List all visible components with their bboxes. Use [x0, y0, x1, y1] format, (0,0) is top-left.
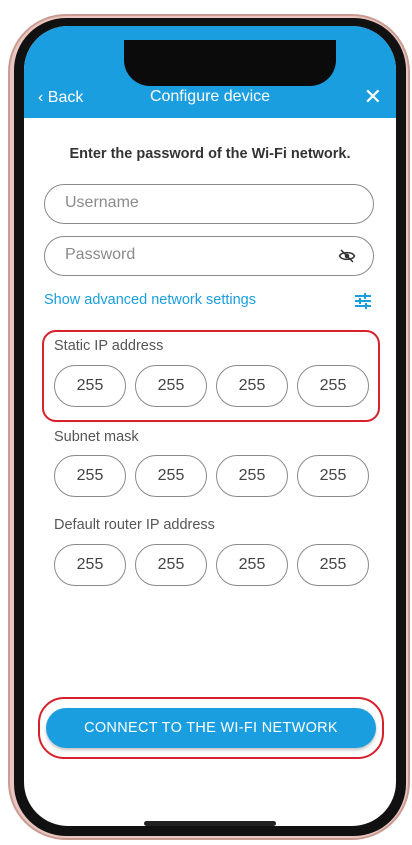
home-indicator — [144, 821, 276, 826]
notch — [124, 40, 336, 86]
connect-wifi-button[interactable]: CONNECT TO THE WI-FI NETWORK — [46, 708, 376, 748]
username-input[interactable] — [63, 193, 327, 213]
subnet-mask-octet-3[interactable]: 255 — [216, 455, 288, 497]
password-input[interactable] — [63, 245, 327, 265]
default-router-label: Default router IP address — [54, 517, 215, 533]
subnet-mask-octet-4[interactable]: 255 — [297, 455, 369, 497]
advanced-settings-link[interactable]: Show advanced network settings — [44, 292, 256, 308]
subnet-mask-row: 255 255 255 255 — [54, 455, 369, 497]
static-ip-octet-4[interactable]: 255 — [297, 365, 369, 407]
static-ip-row: 255 255 255 255 — [54, 365, 369, 407]
subnet-mask-octet-2[interactable]: 255 — [135, 455, 207, 497]
username-field[interactable] — [44, 184, 374, 224]
phone-screen: ‹ Back Configure device ✕ Enter the pass… — [24, 26, 396, 826]
page-title: Configure device — [149, 88, 271, 105]
static-ip-octet-3[interactable]: 255 — [216, 365, 288, 407]
default-router-octet-1[interactable]: 255 — [54, 544, 126, 586]
instruction-heading: Enter the password of the Wi-Fi network. — [69, 146, 351, 162]
default-router-octet-3[interactable]: 255 — [216, 544, 288, 586]
default-router-row: 255 255 255 255 — [54, 544, 369, 586]
subnet-mask-label: Subnet mask — [54, 429, 139, 445]
static-ip-octet-2[interactable]: 255 — [135, 365, 207, 407]
close-icon[interactable]: ✕ — [364, 84, 382, 110]
default-router-octet-4[interactable]: 255 — [297, 544, 369, 586]
static-ip-label: Static IP address — [54, 338, 164, 354]
static-ip-octet-1[interactable]: 255 — [54, 365, 126, 407]
password-field[interactable] — [44, 236, 374, 276]
subnet-mask-octet-1[interactable]: 255 — [54, 455, 126, 497]
sliders-icon[interactable] — [354, 292, 372, 310]
default-router-octet-2[interactable]: 255 — [135, 544, 207, 586]
eye-off-icon[interactable] — [337, 247, 357, 265]
